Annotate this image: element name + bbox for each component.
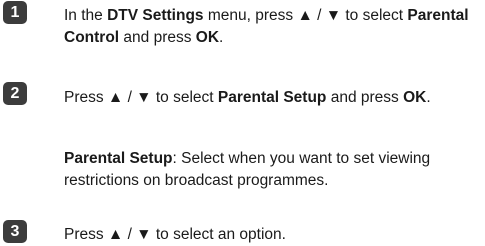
option-parental-setup: Parental Setup	[217, 89, 327, 106]
step-1-text: In the DTV Settings menu, press ▲ / ▼ to…	[64, 5, 480, 49]
step-1-text-part: In the	[64, 7, 108, 24]
step-1-text-part: and press	[119, 29, 196, 46]
key-ok: OK	[195, 29, 220, 46]
menu-name-dtv-settings: DTV Settings	[107, 7, 204, 24]
step-2-text-part: and press	[326, 89, 404, 106]
key-ok: OK	[403, 89, 427, 106]
note-term-parental-setup: Parental Setup	[64, 150, 173, 167]
step-2-text-part: .	[426, 89, 431, 106]
step-2-text-part: Press ▲ / ▼ to select	[64, 89, 218, 106]
step-1-text-part: .	[219, 29, 224, 46]
step-3-badge: 3	[3, 220, 27, 243]
step-1-badge: 1	[3, 1, 27, 24]
step-3-text-part: Press ▲ / ▼ to select an option.	[64, 226, 286, 243]
step-2-text: Press ▲ / ▼ to select Parental Setup and…	[64, 87, 480, 109]
step-2-note: Parental Setup: Select when you want to …	[64, 148, 480, 192]
step-2-badge: 2	[3, 82, 27, 105]
step-1-text-part: menu, press ▲ / ▼ to select	[203, 7, 408, 24]
step-3-text: Press ▲ / ▼ to select an option.	[64, 224, 480, 246]
